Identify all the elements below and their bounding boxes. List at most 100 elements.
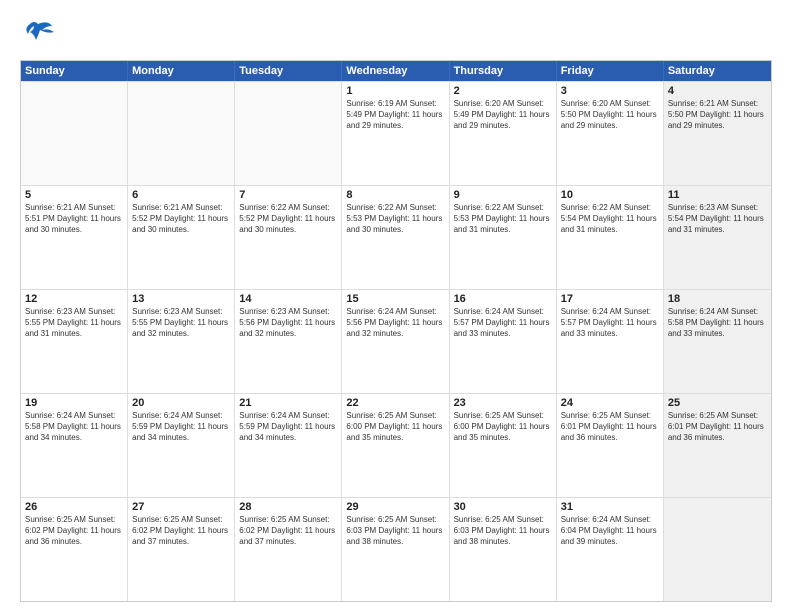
calendar-cell: 7 Sunrise: 6:22 AM Sunset: 5:52 PM Daylig…: [235, 186, 342, 289]
calendar-cell: 29 Sunrise: 6:25 AM Sunset: 6:03 PM Dayli…: [342, 498, 449, 601]
cell-text: Sunrise: 6:22 AM Sunset: 5:53 PM Dayligh…: [346, 203, 444, 235]
cell-text: Sunrise: 6:23 AM Sunset: 5:56 PM Dayligh…: [239, 307, 337, 339]
logo-icon: [20, 16, 56, 52]
weekday-header: Saturday: [664, 61, 771, 81]
cell-text: Sunrise: 6:22 AM Sunset: 5:53 PM Dayligh…: [454, 203, 552, 235]
calendar-cell: [128, 82, 235, 185]
calendar-cell: 4Sunrise: 6:21 AM Sunset: 5:50 PM Daylig…: [664, 82, 771, 185]
day-number: 23: [454, 397, 552, 409]
calendar-cell: 19 Sunrise: 6:24 AM Sunset: 5:58 PM Dayli…: [21, 394, 128, 497]
cell-text: Sunrise: 6:24 AM Sunset: 5:58 PM Dayligh…: [25, 411, 123, 443]
calendar-cell: 30 Sunrise: 6:25 AM Sunset: 6:03 PM Dayli…: [450, 498, 557, 601]
weekday-header: Wednesday: [342, 61, 449, 81]
calendar-cell: 27Sunrise: 6:25 AM Sunset: 6:02 PM Dayli…: [128, 498, 235, 601]
calendar-cell: 6Sunrise: 6:21 AM Sunset: 5:52 PM Daylig…: [128, 186, 235, 289]
calendar-row: 26 Sunrise: 6:25 AM Sunset: 6:02 PM Dayli…: [21, 497, 771, 601]
weekday-header: Sunday: [21, 61, 128, 81]
cell-text: Sunrise: 6:20 AM Sunset: 5:50 PM Dayligh…: [561, 99, 659, 131]
weekday-header: Friday: [557, 61, 664, 81]
day-number: 18: [668, 293, 767, 305]
cell-text: Sunrise: 6:25 AM Sunset: 6:00 PM Dayligh…: [346, 411, 444, 443]
day-number: 19: [25, 397, 123, 409]
day-number: 24: [561, 397, 659, 409]
cell-text: Sunrise: 6:25 AM Sunset: 6:01 PM Dayligh…: [561, 411, 659, 443]
cell-text: Sunrise: 6:19 AM Sunset: 5:49 PM Dayligh…: [346, 99, 444, 131]
cell-text: Sunrise: 6:22 AM Sunset: 5:52 PM Dayligh…: [239, 203, 337, 235]
calendar-cell: 1Sunrise: 6:19 AM Sunset: 5:49 PM Daylig…: [342, 82, 449, 185]
day-number: 20: [132, 397, 230, 409]
day-number: 21: [239, 397, 337, 409]
calendar-cell: 23 Sunrise: 6:25 AM Sunset: 6:00 PM Dayli…: [450, 394, 557, 497]
calendar-cell: 17Sunrise: 6:24 AM Sunset: 5:57 PM Dayli…: [557, 290, 664, 393]
calendar-row: 5 Sunrise: 6:21 AM Sunset: 5:51 PM Daylig…: [21, 185, 771, 289]
calendar-cell: 2Sunrise: 6:20 AM Sunset: 5:49 PM Daylig…: [450, 82, 557, 185]
calendar-cell: 25 Sunrise: 6:25 AM Sunset: 6:01 PM Dayli…: [664, 394, 771, 497]
day-number: 28: [239, 501, 337, 513]
day-number: 14: [239, 293, 337, 305]
cell-text: Sunrise: 6:25 AM Sunset: 6:03 PM Dayligh…: [346, 515, 444, 547]
day-number: 26: [25, 501, 123, 513]
calendar-cell: 15Sunrise: 6:24 AM Sunset: 5:56 PM Dayli…: [342, 290, 449, 393]
calendar-cell: 9 Sunrise: 6:22 AM Sunset: 5:53 PM Daylig…: [450, 186, 557, 289]
cell-text: Sunrise: 6:24 AM Sunset: 5:59 PM Dayligh…: [239, 411, 337, 443]
day-number: 29: [346, 501, 444, 513]
weekday-header: Tuesday: [235, 61, 342, 81]
page: SundayMondayTuesdayWednesdayThursdayFrid…: [0, 0, 792, 612]
calendar-cell: 10 Sunrise: 6:22 AM Sunset: 5:54 PM Dayli…: [557, 186, 664, 289]
day-number: 10: [561, 189, 659, 201]
cell-text: Sunrise: 6:25 AM Sunset: 6:00 PM Dayligh…: [454, 411, 552, 443]
calendar-cell: 21 Sunrise: 6:24 AM Sunset: 5:59 PM Dayli…: [235, 394, 342, 497]
cell-text: Sunrise: 6:23 AM Sunset: 5:55 PM Dayligh…: [25, 307, 123, 339]
day-number: 13: [132, 293, 230, 305]
calendar-cell: 3 Sunrise: 6:20 AM Sunset: 5:50 PM Daylig…: [557, 82, 664, 185]
cell-text: Sunrise: 6:24 AM Sunset: 5:58 PM Dayligh…: [668, 307, 767, 339]
cell-text: Sunrise: 6:25 AM Sunset: 6:02 PM Dayligh…: [239, 515, 337, 547]
calendar-cell: [21, 82, 128, 185]
cell-text: Sunrise: 6:25 AM Sunset: 6:02 PM Dayligh…: [132, 515, 230, 547]
day-number: 30: [454, 501, 552, 513]
cell-text: Sunrise: 6:24 AM Sunset: 5:57 PM Dayligh…: [454, 307, 552, 339]
cell-text: Sunrise: 6:23 AM Sunset: 5:55 PM Dayligh…: [132, 307, 230, 339]
cell-text: Sunrise: 6:20 AM Sunset: 5:49 PM Dayligh…: [454, 99, 552, 131]
calendar-cell: 14 Sunrise: 6:23 AM Sunset: 5:56 PM Dayli…: [235, 290, 342, 393]
cell-text: Sunrise: 6:24 AM Sunset: 5:57 PM Dayligh…: [561, 307, 659, 339]
day-number: 8: [346, 189, 444, 201]
calendar-cell: 5 Sunrise: 6:21 AM Sunset: 5:51 PM Daylig…: [21, 186, 128, 289]
day-number: 9: [454, 189, 552, 201]
calendar-row: 1Sunrise: 6:19 AM Sunset: 5:49 PM Daylig…: [21, 81, 771, 185]
page-header: [20, 16, 772, 52]
cell-text: Sunrise: 6:25 AM Sunset: 6:01 PM Dayligh…: [668, 411, 767, 443]
day-number: 7: [239, 189, 337, 201]
cell-text: Sunrise: 6:21 AM Sunset: 5:52 PM Dayligh…: [132, 203, 230, 235]
calendar-cell: [235, 82, 342, 185]
day-number: 31: [561, 501, 659, 513]
cell-text: Sunrise: 6:25 AM Sunset: 6:03 PM Dayligh…: [454, 515, 552, 547]
calendar-cell: 28 Sunrise: 6:25 AM Sunset: 6:02 PM Dayli…: [235, 498, 342, 601]
cell-text: Sunrise: 6:21 AM Sunset: 5:51 PM Dayligh…: [25, 203, 123, 235]
cell-text: Sunrise: 6:22 AM Sunset: 5:54 PM Dayligh…: [561, 203, 659, 235]
day-number: 15: [346, 293, 444, 305]
cell-text: Sunrise: 6:25 AM Sunset: 6:02 PM Dayligh…: [25, 515, 123, 547]
cell-text: Sunrise: 6:24 AM Sunset: 5:59 PM Dayligh…: [132, 411, 230, 443]
day-number: 11: [668, 189, 767, 201]
calendar-cell: 22 Sunrise: 6:25 AM Sunset: 6:00 PM Dayli…: [342, 394, 449, 497]
cell-text: Sunrise: 6:24 AM Sunset: 6:04 PM Dayligh…: [561, 515, 659, 547]
calendar: SundayMondayTuesdayWednesdayThursdayFrid…: [20, 60, 772, 602]
calendar-cell: 24 Sunrise: 6:25 AM Sunset: 6:01 PM Dayli…: [557, 394, 664, 497]
day-number: 25: [668, 397, 767, 409]
calendar-cell: 20 Sunrise: 6:24 AM Sunset: 5:59 PM Dayli…: [128, 394, 235, 497]
cell-text: Sunrise: 6:23 AM Sunset: 5:54 PM Dayligh…: [668, 203, 767, 235]
day-number: 16: [454, 293, 552, 305]
calendar-cell: [664, 498, 771, 601]
calendar-row: 12Sunrise: 6:23 AM Sunset: 5:55 PM Dayli…: [21, 289, 771, 393]
calendar-cell: 26 Sunrise: 6:25 AM Sunset: 6:02 PM Dayli…: [21, 498, 128, 601]
day-number: 4: [668, 85, 767, 97]
weekday-header: Thursday: [450, 61, 557, 81]
calendar-cell: 31 Sunrise: 6:24 AM Sunset: 6:04 PM Dayli…: [557, 498, 664, 601]
calendar-cell: 12Sunrise: 6:23 AM Sunset: 5:55 PM Dayli…: [21, 290, 128, 393]
calendar-cell: 13 Sunrise: 6:23 AM Sunset: 5:55 PM Dayli…: [128, 290, 235, 393]
calendar-cell: 8 Sunrise: 6:22 AM Sunset: 5:53 PM Daylig…: [342, 186, 449, 289]
day-number: 3: [561, 85, 659, 97]
day-number: 5: [25, 189, 123, 201]
day-number: 22: [346, 397, 444, 409]
